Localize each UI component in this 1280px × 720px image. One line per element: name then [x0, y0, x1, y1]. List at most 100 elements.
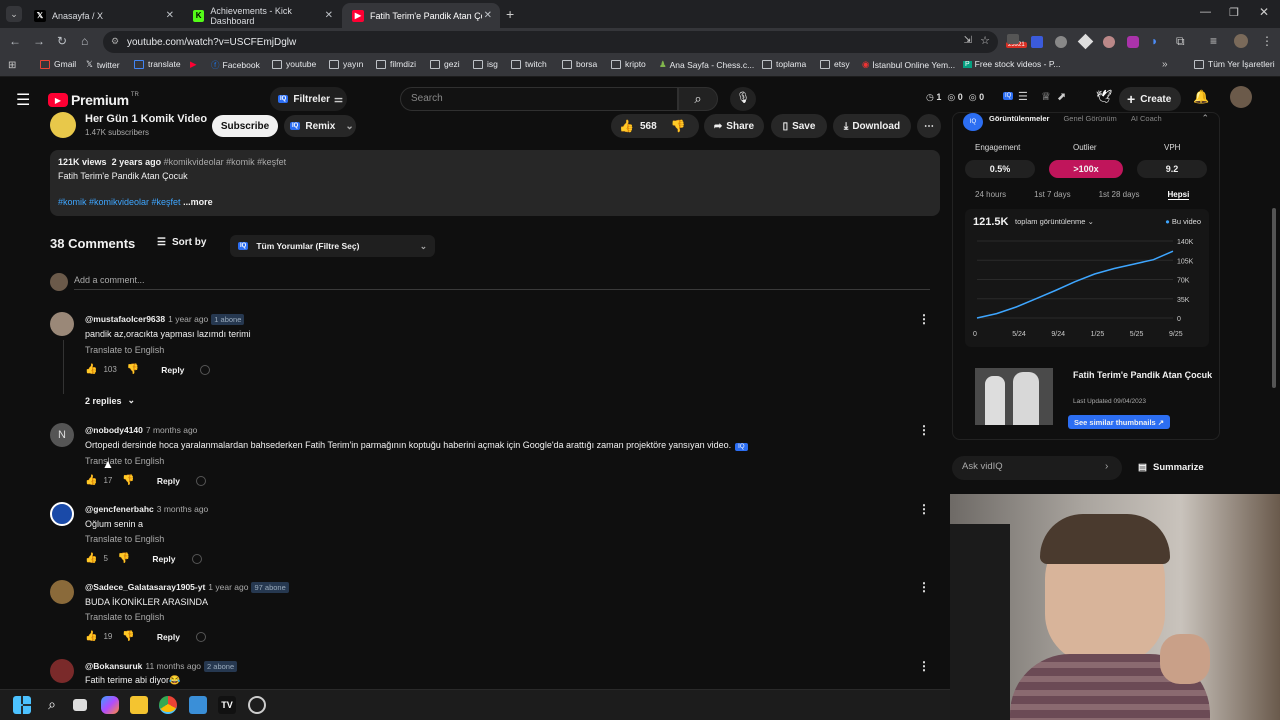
comment-time[interactable]: 11 months ago — [145, 661, 201, 671]
comment-time[interactable]: 3 months ago — [157, 504, 209, 514]
tab-ai-coach[interactable]: AI Coach — [1131, 114, 1162, 123]
heart-icon[interactable] — [195, 475, 206, 486]
comment-author[interactable]: @gencfenerbahc — [85, 504, 154, 514]
copilot-icon[interactable] — [101, 696, 119, 714]
subscribe-button[interactable]: Subscribe — [212, 115, 278, 137]
chevron-up-icon[interactable]: ⌃ — [1201, 113, 1209, 124]
summarize-button[interactable]: ▤ Summarize — [1138, 462, 1204, 473]
bookmark-chess[interactable]: ♟ Ana Sayfa - Chess.c... — [659, 59, 754, 70]
vidiq-logo-icon[interactable]: IQ — [1003, 92, 1014, 100]
range-all[interactable]: Hepsi — [1167, 190, 1190, 200]
add-comment-input[interactable]: Add a comment... — [74, 275, 930, 290]
channel-name[interactable]: Her Gün 1 Komik Video — [85, 113, 207, 125]
hamburger-menu-icon[interactable]: ☰ — [16, 90, 30, 110]
bookmark-toplama[interactable]: toplama — [762, 59, 806, 69]
browser-menu-icon[interactable]: ⋮ — [1261, 34, 1273, 48]
vidiq-filter-button[interactable]: IQ Filtreler ⚌ — [270, 87, 347, 111]
comment-menu-icon[interactable]: ⋮ — [918, 580, 930, 594]
reply-button[interactable]: Reply — [161, 365, 184, 375]
comment-author[interactable]: @mustafaolcer9638 — [85, 314, 165, 324]
heart-icon[interactable] — [191, 553, 202, 564]
comment-time[interactable]: 1 year ago — [208, 582, 248, 592]
translate-link[interactable]: Translate to English — [85, 612, 164, 622]
save-button[interactable]: ▯ Save — [771, 114, 827, 138]
trophy-icon[interactable]: ♕ — [1041, 90, 1051, 103]
translate-link[interactable]: Translate to English — [85, 456, 164, 466]
bookmark-kripto[interactable]: kripto — [611, 59, 646, 69]
bookmark-istanbul[interactable]: ◉ İstanbul Online Yem... — [862, 59, 955, 70]
url-input[interactable]: ⚙ youtube.com/watch?v=USCFEmjDglw ⇲ ☆ — [103, 31, 998, 53]
more-actions-button[interactable]: ⋯ — [917, 114, 941, 138]
share-button[interactable]: ➦ Share — [704, 114, 764, 138]
comment-menu-icon[interactable]: ⋮ — [918, 423, 930, 437]
app-icon[interactable] — [189, 696, 207, 714]
tab-overview[interactable]: Genel Görünüm — [1063, 114, 1116, 123]
extension-icon[interactable]: ◗ — [1151, 34, 1158, 48]
comment-author[interactable]: @Bokansuruk — [85, 661, 142, 671]
back-icon[interactable]: ← — [9, 34, 21, 48]
hashtag-links[interactable]: #komik #komikvideolar #keşfet — [58, 197, 181, 207]
more-bookmarks-icon[interactable]: » — [1162, 59, 1168, 70]
close-icon[interactable]: ✕ — [484, 10, 492, 21]
bookmark-gmail[interactable]: Gmail — [40, 59, 76, 69]
close-window-icon[interactable]: ✕ — [1259, 5, 1269, 19]
similar-thumbnails-button[interactable]: See similar thumbnails ↗ — [1068, 415, 1171, 429]
page-scrollbar[interactable] — [1272, 208, 1276, 388]
forward-icon[interactable]: → — [33, 34, 45, 48]
extension-icon[interactable] — [1031, 36, 1043, 48]
bookmark-youtube-icon[interactable]: ▶ — [190, 59, 197, 70]
bookmark-twitter[interactable]: 𝕏twitter — [86, 59, 120, 70]
bookmark-youtube[interactable]: youtube — [272, 59, 316, 69]
search-input[interactable]: Search — [400, 87, 678, 111]
comment-filter-select[interactable]: IQ Tüm Yorumlar (Filtre Seç) ⌄ — [230, 235, 435, 257]
bookmark-isg[interactable]: isg — [473, 59, 498, 69]
range-28d[interactable]: 1st 28 days — [1099, 190, 1140, 200]
bird-icon[interactable]: 🕊 — [1096, 89, 1113, 105]
close-icon[interactable]: ✕ — [166, 10, 174, 21]
all-bookmarks[interactable]: Tüm Yer İşaretleri — [1194, 59, 1275, 69]
reply-button[interactable]: Reply — [152, 554, 175, 564]
bookmark-star-icon[interactable]: ☆ — [980, 34, 990, 47]
voice-search-button[interactable]: 🎙 — [730, 87, 756, 111]
metric-select[interactable]: toplam görüntülenme ⌄ — [1015, 217, 1094, 226]
sort-by-button[interactable]: ☰ Sort by — [157, 237, 206, 248]
close-icon[interactable]: ✕ — [325, 10, 333, 21]
commenter-avatar[interactable]: N — [50, 423, 74, 447]
download-button[interactable]: ⤓ Download — [833, 114, 911, 138]
tradingview-icon[interactable]: TV — [218, 696, 236, 714]
extension-icon[interactable] — [1077, 33, 1094, 50]
restore-icon[interactable]: ❐ — [1229, 6, 1239, 19]
youtube-premium-logo[interactable]: ▶ Premium TR — [48, 92, 139, 108]
tab-kick[interactable]: K Achievements - Kick Dashboard ✕ — [183, 3, 341, 28]
new-tab-icon[interactable]: + — [506, 6, 514, 22]
comment-time[interactable]: 7 months ago — [146, 425, 198, 435]
show-more-link[interactable]: ...more — [183, 197, 213, 207]
file-explorer-icon[interactable] — [130, 696, 148, 714]
bookmark-pexels[interactable]: P Free stock videos - P... — [963, 59, 1061, 69]
commenter-avatar[interactable] — [50, 580, 74, 604]
task-view-icon[interactable] — [73, 699, 87, 711]
like-icon[interactable]: 👍 — [85, 475, 97, 486]
like-icon[interactable]: 👍 — [619, 119, 634, 133]
profile-avatar[interactable] — [1234, 34, 1248, 48]
like-icon[interactable]: 👍 — [85, 553, 97, 564]
reply-button[interactable]: Reply — [157, 476, 180, 486]
extension-icon[interactable] — [1007, 34, 1019, 44]
tab-x[interactable]: 𝕏 Anasayfa / X ✕ — [24, 3, 182, 28]
chrome-icon[interactable] — [159, 696, 177, 714]
search-button[interactable]: ⌕ — [678, 87, 718, 111]
like-icon[interactable]: 👍 — [85, 631, 97, 642]
video-thumbnail[interactable] — [975, 368, 1053, 425]
bookmark-facebook[interactable]: ⓕ Facebook — [211, 59, 260, 71]
bookmark-gezi[interactable]: gezi — [430, 59, 460, 69]
dislike-icon[interactable]: 👎 — [122, 475, 134, 486]
notifications-bell-icon[interactable]: 🔔 — [1193, 89, 1209, 105]
commenter-avatar[interactable] — [50, 312, 74, 336]
create-button[interactable]: + Create — [1119, 87, 1181, 111]
dislike-icon[interactable]: 👎 — [122, 631, 134, 642]
minimize-icon[interactable]: — — [1200, 6, 1211, 18]
send-arrow-icon[interactable]: › — [1105, 461, 1108, 472]
ask-vidiq-input[interactable]: Ask vidIQ — [952, 456, 1122, 480]
vidiq-inline-icon[interactable]: IQ — [735, 443, 748, 451]
replies-toggle[interactable]: 2 replies ⌄ — [85, 395, 135, 406]
